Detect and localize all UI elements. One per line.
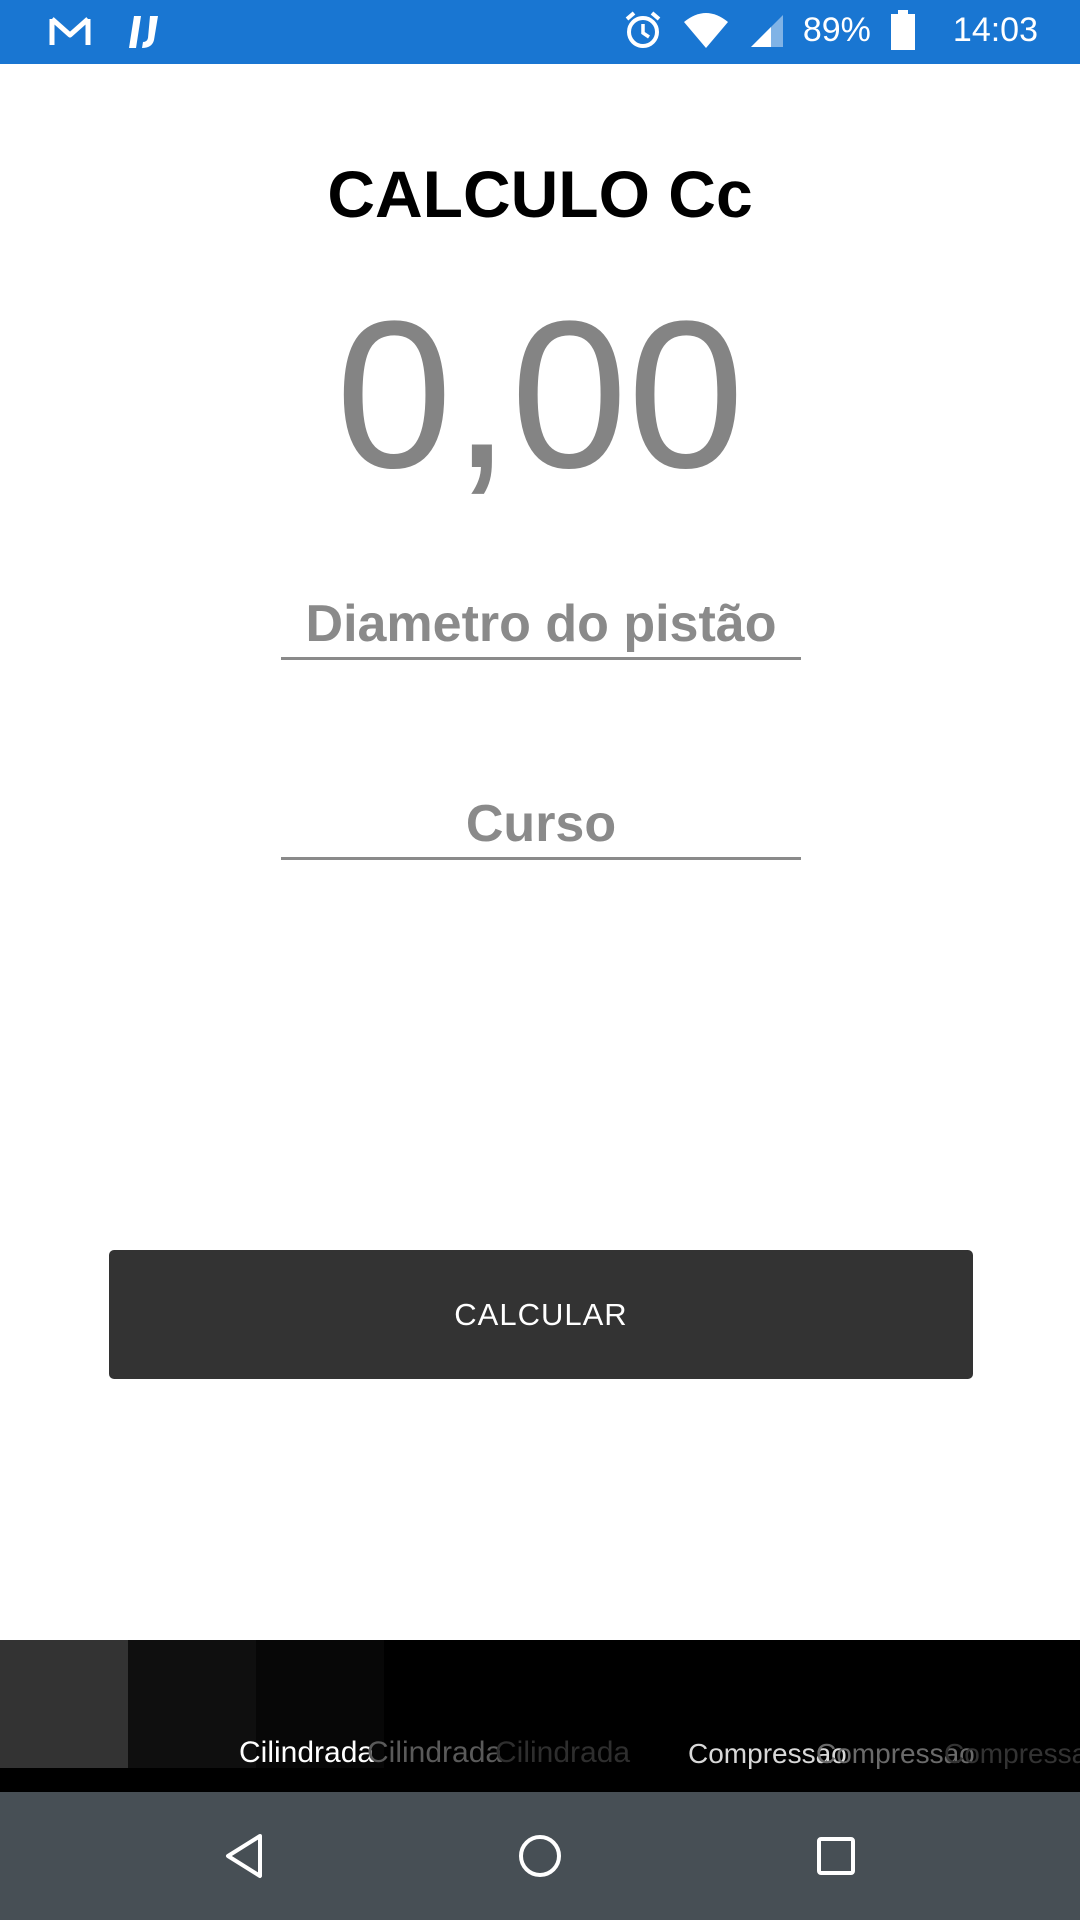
tab-cilindrada[interactable]: Cilindrada xyxy=(239,1736,374,1770)
wifi-icon xyxy=(683,12,729,48)
status-bar: 89% 14:03 xyxy=(0,0,1080,64)
tab-cilindrada-ghost: Cilindrada xyxy=(367,1736,503,1769)
tab-cilindrada-ghost: Cilindrada xyxy=(495,1736,631,1769)
tab-compressao-ghost: Compressao xyxy=(944,1738,1080,1769)
navigation-bar xyxy=(0,1792,1080,1920)
stroke-field[interactable] xyxy=(281,790,801,860)
battery-percentage: 89% xyxy=(802,10,871,49)
stroke-input[interactable] xyxy=(281,790,801,857)
intellij-icon xyxy=(126,12,166,52)
signal-icon xyxy=(749,13,783,47)
page-title: CALCULO Cc xyxy=(327,157,753,231)
back-icon[interactable] xyxy=(212,1824,276,1888)
home-icon[interactable] xyxy=(508,1824,572,1888)
tab-animation-block xyxy=(128,1640,256,1768)
clock: 14:03 xyxy=(952,10,1038,49)
gmail-icon xyxy=(48,15,92,49)
recent-apps-icon[interactable] xyxy=(804,1824,868,1888)
calculate-button[interactable]: CALCULAR xyxy=(109,1250,973,1379)
tab-strip: Cilindrada Cilindrada Cilindrada Compres… xyxy=(0,1640,1080,1792)
diameter-field[interactable] xyxy=(281,590,801,660)
result-display: 0,00 xyxy=(335,277,745,512)
diameter-input[interactable] xyxy=(281,590,801,657)
alarm-icon xyxy=(623,10,663,50)
battery-icon xyxy=(890,10,915,50)
tab-animation-block xyxy=(0,1640,128,1768)
